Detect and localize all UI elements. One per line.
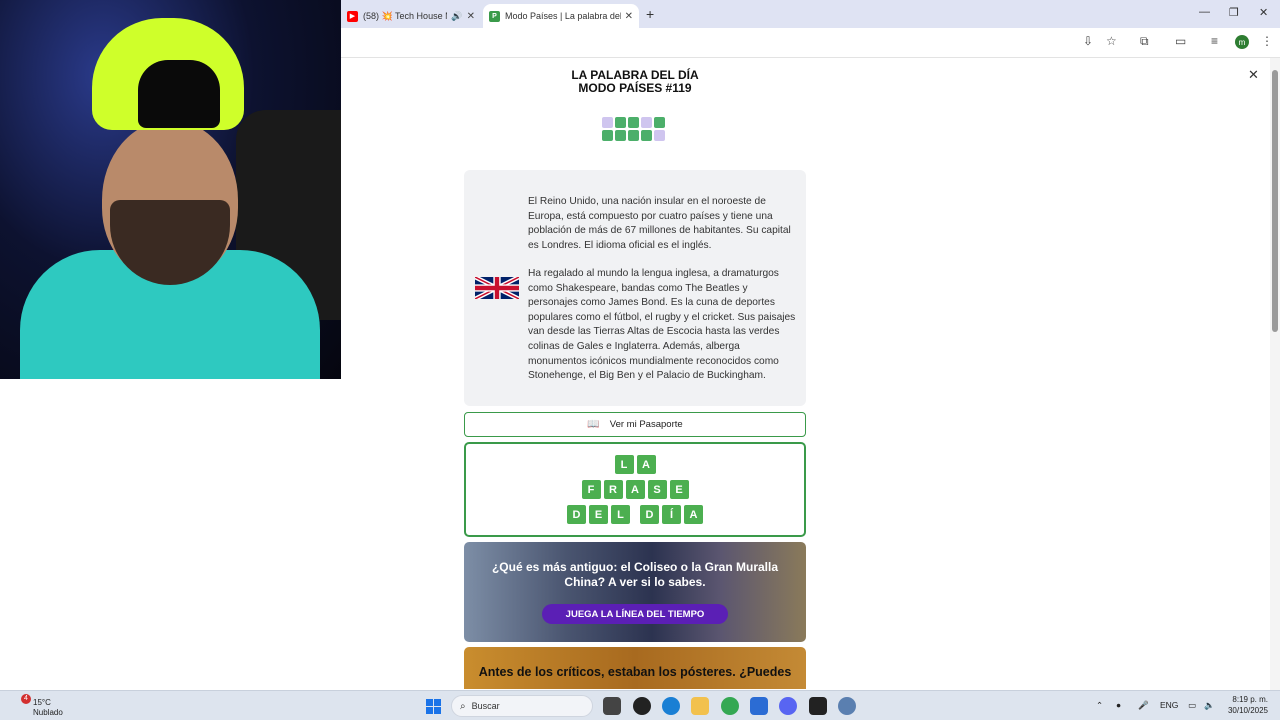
windows-taskbar: 4 15°C Nublado ⌕ Buscar ⌃ ● 🎤 ENG ▭ 🔈 8:… xyxy=(0,690,1280,720)
speaker-icon[interactable]: 🔊 xyxy=(451,11,462,22)
tab-modo-paises[interactable]: P Modo Países | La palabra del d ✕ xyxy=(483,4,639,28)
tab-close-icon[interactable]: ✕ xyxy=(625,11,633,22)
browser-toolbar: ⇩ ☆ ⧉ ▭ ≡ m ⋮ xyxy=(341,28,1280,58)
word-gap xyxy=(633,505,637,524)
result-grid xyxy=(602,117,665,141)
chevron-up-icon[interactable]: ⌃ xyxy=(1096,700,1103,711)
clock-date: 30/10/2025 xyxy=(1227,706,1268,715)
streamer-cap-front xyxy=(138,60,220,128)
result-square xyxy=(615,117,626,128)
timeline-promo-banner[interactable]: ¿Qué es más antiguo: el Coliseo o la Gra… xyxy=(464,542,806,642)
window-close-button[interactable]: ✕ xyxy=(1259,6,1268,19)
weather-temperature: 15°C xyxy=(33,698,51,707)
weather-badge: 4 xyxy=(21,694,31,704)
minimize-button[interactable]: — xyxy=(1199,6,1210,18)
phrase-letter-tile: A xyxy=(625,480,645,499)
microphone-icon[interactable]: 🎤 xyxy=(1138,700,1149,711)
obs-icon[interactable] xyxy=(633,697,651,715)
scrollbar-thumb[interactable] xyxy=(1272,70,1278,332)
phrase-letter-tile: D xyxy=(640,505,659,524)
result-square xyxy=(641,117,652,128)
tab-label: (58) 💥 Tech House Mix | Ja xyxy=(363,10,447,21)
language-indicator[interactable]: ENG xyxy=(1160,700,1178,710)
phrase-letter-tile: A xyxy=(684,505,703,524)
menu-kebab-icon[interactable]: ⋮ xyxy=(1261,34,1273,48)
phrase-row-3: DELDÍA xyxy=(466,505,804,524)
phrase-row-2: FRASE xyxy=(466,480,804,499)
media-control-icon[interactable]: ≡ xyxy=(1211,34,1218,48)
cast-icon[interactable]: ▭ xyxy=(1175,34,1186,48)
volume-icon[interactable]: 🔈 xyxy=(1204,700,1215,711)
tray-app-icon[interactable]: ● xyxy=(1116,700,1121,710)
result-square xyxy=(602,130,613,141)
task-view-icon[interactable] xyxy=(603,697,621,715)
extensions-icon[interactable]: ⧉ xyxy=(1140,34,1149,49)
settings-icon[interactable] xyxy=(838,697,856,715)
info-paragraph-1: El Reino Unido, una nación insular en el… xyxy=(528,196,791,251)
file-explorer-icon[interactable] xyxy=(691,697,709,715)
chrome-icon[interactable] xyxy=(721,697,739,715)
youtube-icon: ▶ xyxy=(347,10,358,22)
title-line-2: MODO PAÍSES #119 xyxy=(578,81,692,95)
book-icon: 📖 xyxy=(587,419,600,430)
tab-tech-house-mix[interactable]: ▶ (58) 💥 Tech House Mix | Ja 🔊 ✕ xyxy=(341,4,481,28)
promo-text: Antes de los críticos, estaban los póste… xyxy=(478,665,792,679)
promo-text: ¿Qué es más antiguo: el Coliseo o la Gra… xyxy=(491,560,779,589)
result-square xyxy=(615,130,626,141)
epic-games-icon[interactable] xyxy=(809,697,827,715)
result-square xyxy=(602,117,613,128)
passport-button[interactable]: 📖 Ver mi Pasaporte xyxy=(464,412,806,437)
page-title: LA PALABRA DEL DÍA MODO PAÍSES #119 xyxy=(535,69,735,95)
phrase-letter-tile: E xyxy=(669,480,689,499)
phrase-letter-tile: A xyxy=(636,455,656,474)
edge-icon[interactable] xyxy=(662,697,680,715)
phrase-letter-tile: S xyxy=(647,480,667,499)
search-icon: ⌕ xyxy=(460,700,466,712)
phrase-letter-tile: F xyxy=(581,480,601,499)
info-paragraph-2: Ha regalado al mundo la lengua inglesa, … xyxy=(528,268,796,382)
phrase-of-the-day-box[interactable]: LA FRASE DELDÍA xyxy=(464,442,806,537)
clock-time: 8:19 p. m. xyxy=(1232,695,1268,704)
phrase-letter-tile: L xyxy=(611,505,630,524)
profile-avatar[interactable]: m xyxy=(1235,35,1249,49)
phrase-letter-tile: D xyxy=(567,505,586,524)
weather-condition: Nublado xyxy=(33,708,63,717)
discord-icon[interactable] xyxy=(779,697,797,715)
phrase-letter-tile: L xyxy=(614,455,634,474)
restore-button[interactable]: ❐ xyxy=(1229,6,1239,19)
network-icon[interactable]: ▭ xyxy=(1188,700,1196,711)
install-app-icon[interactable]: ⇩ xyxy=(1083,34,1093,48)
phrase-letter-tile: E xyxy=(589,505,608,524)
passport-button-label: Ver mi Pasaporte xyxy=(609,419,683,430)
result-square xyxy=(641,130,652,141)
result-square xyxy=(628,117,639,128)
tab-close-icon[interactable]: ✕ xyxy=(467,11,475,22)
tab-label: Modo Países | La palabra del d xyxy=(505,11,621,21)
browser-tab-bar: ▶ (58) 💥 Tech House Mix | Ja 🔊 ✕ P Modo … xyxy=(341,0,1280,28)
taskbar-search[interactable]: ⌕ Buscar xyxy=(451,695,593,717)
bookmark-star-icon[interactable]: ☆ xyxy=(1106,34,1117,48)
search-placeholder: Buscar xyxy=(471,701,500,711)
result-square xyxy=(654,117,665,128)
close-modal-button[interactable]: ✕ xyxy=(1248,67,1259,83)
play-timeline-button[interactable]: JUEGA LA LÍNEA DEL TIEMPO xyxy=(542,604,728,624)
result-square xyxy=(628,130,639,141)
new-tab-button[interactable]: + xyxy=(646,6,654,22)
phrase-letter-tile: R xyxy=(603,480,623,499)
phrase-row-1: LA xyxy=(466,455,804,474)
posters-promo-banner[interactable]: Antes de los críticos, estaban los póste… xyxy=(464,647,806,689)
taskbar-clock[interactable]: 8:19 p. m. 30/10/2025 xyxy=(1226,694,1268,716)
store-icon[interactable] xyxy=(750,697,768,715)
phrase-letter-tile: Í xyxy=(662,505,681,524)
result-square xyxy=(654,130,665,141)
windows-start-icon[interactable] xyxy=(426,699,441,714)
site-favicon-icon: P xyxy=(489,10,500,22)
uk-flag-icon xyxy=(475,277,519,299)
webcam-overlay xyxy=(0,0,341,379)
